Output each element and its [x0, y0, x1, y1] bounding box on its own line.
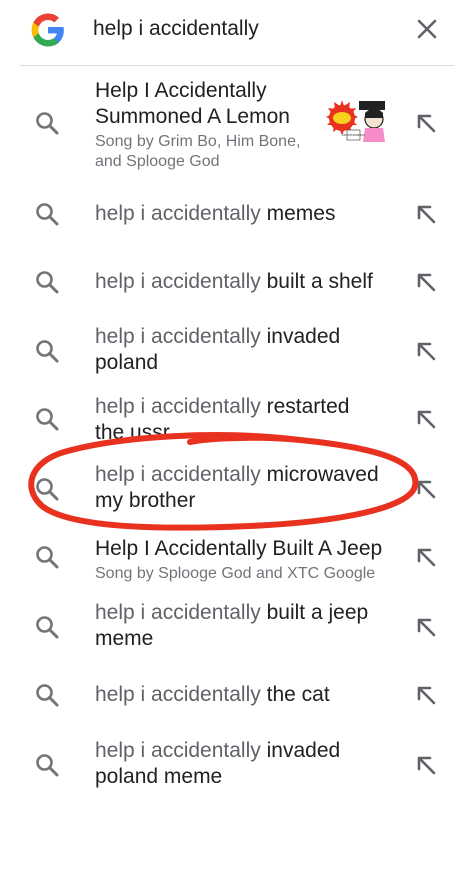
suggestion-text: help i accidentally invaded poland meme — [95, 738, 395, 790]
suggestion-text: help i accidentally memes — [95, 201, 395, 227]
arrow-up-left-icon[interactable] — [413, 476, 439, 502]
completion-text: built a shelf — [266, 270, 373, 293]
typed-text: help i accidentally — [95, 683, 261, 706]
arrow-up-left-icon[interactable] — [413, 682, 439, 708]
typed-text: help i accidentally — [95, 270, 261, 293]
search-icon — [36, 112, 59, 135]
google-g-icon — [31, 13, 64, 47]
close-icon — [417, 19, 437, 39]
search-icon — [36, 478, 59, 501]
suggestion-item[interactable]: help i accidentally the cat — [0, 672, 474, 722]
completion-text: restarted — [266, 395, 350, 418]
typed-text: help i accidentally — [95, 395, 261, 418]
completion-text: meme — [95, 627, 154, 650]
suggestion-item[interactable]: help i accidentally built a jeep meme — [0, 600, 474, 660]
typed-text: help i accidentally — [95, 601, 261, 624]
suggestion-text: help i accidentally restarted the ussr — [95, 394, 395, 442]
completion-text: my brother — [95, 489, 196, 512]
search-icon — [36, 754, 59, 777]
typed-text: help i accidentally — [95, 325, 261, 348]
suggestion-item[interactable]: Help I Accidentally Built A Jeep Song by… — [0, 536, 474, 590]
suggestion-item[interactable]: help i accidentally built a shelf — [0, 258, 474, 308]
completion-text: poland — [95, 351, 159, 374]
suggestion-item[interactable]: help i accidentally memes — [0, 190, 474, 240]
arrow-up-left-icon[interactable] — [413, 269, 439, 295]
suggestion-text: help i accidentally built a jeep meme — [95, 600, 395, 652]
suggestion-title: Help I Accidentally Built A Jeep — [95, 537, 383, 560]
completion-text: memes — [266, 202, 336, 225]
search-icon — [36, 616, 59, 639]
typed-text: help i accidentally — [95, 739, 261, 762]
completion-text: the cat — [266, 683, 330, 706]
arrow-up-left-icon[interactable] — [413, 201, 439, 227]
suggestion-subtitle: Song by Splooge God and XTC Google — [95, 565, 376, 582]
completion-text: microwaved — [266, 463, 379, 486]
suggestion-subtitle: and Splooge God — [95, 153, 220, 170]
search-icon — [36, 684, 59, 707]
search-bar — [0, 0, 474, 66]
completion-text: invaded — [266, 739, 341, 762]
completion-text: built a jeep — [266, 601, 369, 624]
typed-text: help i accidentally — [95, 202, 261, 225]
typed-text: help i accidentally — [95, 463, 261, 486]
search-icon — [36, 271, 59, 294]
completion-text: poland meme — [95, 765, 223, 788]
suggestion-item[interactable]: help i accidentally invaded poland meme — [0, 738, 474, 798]
arrow-up-left-icon[interactable] — [413, 110, 439, 136]
suggestion-item[interactable]: help i accidentally restarted the ussr — [0, 394, 474, 442]
divider — [20, 65, 454, 66]
search-icon — [36, 340, 59, 363]
completion-text: invaded — [266, 325, 341, 348]
search-icon — [36, 546, 59, 569]
clear-button[interactable] — [410, 12, 444, 46]
suggestion-text: help i accidentally microwaved my brothe… — [95, 462, 395, 514]
suggestion-item[interactable]: Help I Accidentally Summoned A Lemon Son… — [0, 78, 474, 178]
arrow-up-left-icon[interactable] — [413, 614, 439, 640]
search-icon — [36, 203, 59, 226]
suggestion-text: help i accidentally the cat — [95, 682, 395, 708]
arrow-up-left-icon[interactable] — [413, 544, 439, 570]
search-input[interactable] — [93, 12, 393, 46]
suggestion-text: help i accidentally invaded poland — [95, 324, 395, 376]
lemon-song-thumbnail: Do not summon — [326, 100, 385, 142]
suggestion-item[interactable]: help i accidentally invaded poland — [0, 324, 474, 384]
suggestion-item-highlighted[interactable]: help i accidentally microwaved my brothe… — [0, 462, 474, 522]
completion-text: the ussr — [95, 421, 170, 442]
arrow-up-left-icon[interactable] — [413, 752, 439, 778]
search-icon — [36, 408, 59, 431]
arrow-up-left-icon[interactable] — [413, 406, 439, 432]
suggestion-text: Help I Accidentally Built A Jeep Song by… — [95, 536, 405, 584]
thumbnail-caption: Do not summon — [342, 133, 365, 137]
arrow-up-left-icon[interactable] — [413, 338, 439, 364]
suggestion-text: help i accidentally built a shelf — [95, 269, 395, 295]
